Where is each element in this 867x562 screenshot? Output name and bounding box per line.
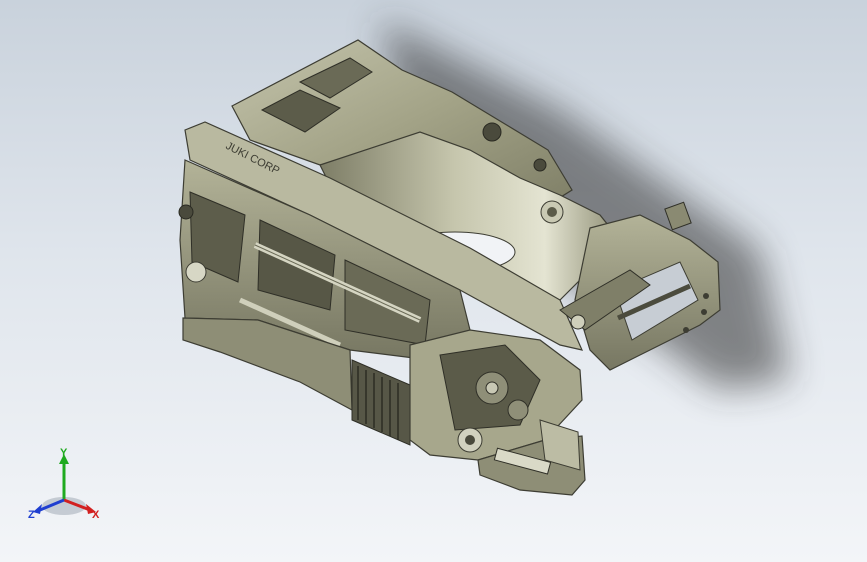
- head-screw: [683, 327, 689, 333]
- head-screw: [701, 309, 707, 315]
- bearing-hole: [465, 435, 475, 445]
- bed-bore: [178, 204, 194, 220]
- view-orientation-triad[interactable]: Y X Z: [22, 448, 108, 528]
- gear: [507, 399, 529, 421]
- link-pivot: [570, 314, 586, 330]
- triad-x-label: X: [92, 509, 100, 521]
- head-screw: [703, 293, 709, 299]
- rear-frame-bore: [533, 158, 547, 172]
- gear-hub: [485, 381, 499, 395]
- bed-bore: [185, 261, 207, 283]
- rear-frame-bore: [482, 122, 502, 142]
- triad-z-label: Z: [28, 509, 35, 521]
- triad-y-label: Y: [60, 448, 68, 459]
- cad-model[interactable]: JUKI CORP: [0, 0, 867, 562]
- arm-boss-hole: [547, 207, 557, 217]
- 3d-viewport[interactable]: JUKI CORP Y X Z: [0, 0, 867, 562]
- motor-heatsink: [351, 359, 411, 446]
